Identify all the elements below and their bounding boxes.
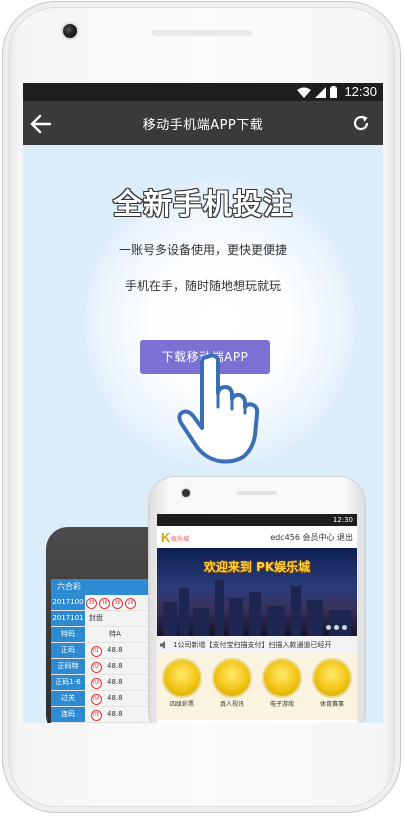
- signal-icon: [315, 86, 326, 98]
- banner-text: 欢迎来到 PK娱乐城: [203, 560, 311, 574]
- pointing-hand-icon: [177, 353, 260, 464]
- notice-text: 1公司新增【支付宝扫描支付】扫描入款通道已经开: [173, 641, 332, 649]
- welcome-banner: 欢迎来到 PK娱乐城: [157, 548, 357, 636]
- front-phone-screen: 12:30 K 娱乐城 edc456 会员中心 退出 欢迎来到 PK娱乐城 1公…: [157, 514, 357, 723]
- mockup-speaker: [237, 491, 277, 495]
- skyline-building: [249, 592, 261, 636]
- skyline-building: [291, 586, 301, 636]
- svg-text:K: K: [161, 530, 171, 544]
- game-electronic[interactable]: 电子游戏: [261, 660, 303, 720]
- hero-headline: 全新手机投注: [112, 187, 293, 221]
- skyline-building: [163, 602, 177, 636]
- skyline-building: [307, 600, 323, 636]
- skyline-building: [229, 598, 243, 636]
- slot-machine-icon: [264, 660, 300, 696]
- brand-logo: K 娱乐城: [161, 530, 189, 544]
- svg-text:娱乐城: 娱乐城: [171, 535, 189, 543]
- mockup-status-bar: 12:30: [157, 514, 357, 526]
- skyline-building: [179, 588, 189, 636]
- carousel-dots[interactable]: [326, 625, 347, 630]
- mockup-header: K 娱乐城 edc456 会员中心 退出: [157, 526, 357, 548]
- phone-frame: 12:30 移动手机端APP下载 全新手机投注 一账号多设备使用，更快更便捷 手…: [2, 1, 401, 813]
- page-title: 移动手机端APP下载: [142, 118, 264, 133]
- status-time: 12:30: [344, 84, 377, 99]
- refresh-icon[interactable]: [351, 113, 371, 133]
- user-menu[interactable]: edc456 会员中心 退出: [270, 532, 353, 543]
- game-categories: 四级彩票 真人视讯 电子游戏 体育赛事: [157, 654, 357, 720]
- speaker-icon: [160, 641, 165, 649]
- earpiece-speaker: [152, 30, 252, 36]
- phone-screen: 12:30 移动手机端APP下载 全新手机投注 一账号多设备使用，更快更便捷 手…: [23, 83, 383, 723]
- notice-bar: 1公司新增【支付宝扫描支付】扫描入款通道已经开: [157, 636, 357, 654]
- front-phone-mockup: 12:30 K 娱乐城 edc456 会员中心 退出 欢迎来到 PK娱乐城 1公…: [149, 477, 365, 723]
- game-sports[interactable]: 体育赛事: [311, 660, 353, 720]
- wifi-icon: [297, 87, 311, 98]
- status-bar: 12:30: [23, 83, 383, 101]
- game-live-casino[interactable]: 真人视讯: [211, 660, 253, 720]
- hero-subtitle-1: 一账号多设备使用，更快更便捷: [118, 243, 287, 257]
- app-bar: 移动手机端APP下载: [23, 101, 383, 145]
- casino-chips-icon: [214, 660, 250, 696]
- skyline-building: [267, 606, 285, 636]
- mockup-camera: [182, 489, 190, 497]
- sports-ball-icon: [314, 660, 350, 696]
- battery-icon: [330, 86, 337, 98]
- status-icons: [297, 86, 337, 98]
- hero-subtitle-2: 手机在手，随时随地想玩就玩: [124, 279, 281, 293]
- skyline-building: [215, 580, 224, 636]
- ball-group: 35 36 38 18: [85, 595, 137, 610]
- lottery-balls-icon: [164, 660, 200, 696]
- skyline-building: [193, 608, 209, 636]
- skyline-building: [329, 610, 351, 636]
- game-lottery[interactable]: 四级彩票: [161, 660, 203, 720]
- front-camera: [63, 24, 77, 38]
